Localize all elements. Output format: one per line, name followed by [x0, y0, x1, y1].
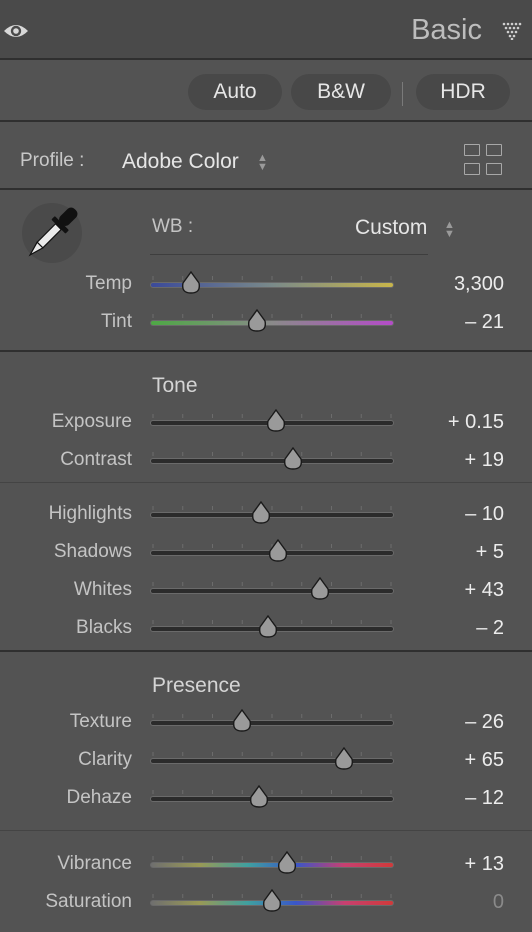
shadows-label: Shadows [53, 541, 132, 562]
contrast-value[interactable]: + 19 [394, 449, 504, 472]
blacks-slider-thumb[interactable] [257, 615, 279, 639]
highlights-slider-thumb[interactable] [250, 501, 272, 525]
eye-icon[interactable] [3, 20, 29, 42]
shadows-slider-thumb[interactable] [267, 539, 289, 563]
clarity-label: Clarity [78, 749, 132, 770]
saturation-label: Saturation [45, 891, 132, 912]
whites-slider-thumb[interactable] [309, 577, 331, 601]
tint-tick-marks [152, 314, 392, 318]
auto-button[interactable]: Auto [188, 74, 282, 110]
panel-title: Basic [411, 14, 482, 46]
eyedropper-icon[interactable] [20, 200, 84, 266]
wb-select[interactable]: Custom [355, 216, 427, 240]
highlights-value[interactable]: – 10 [394, 503, 504, 526]
dehaze-value[interactable]: – 12 [394, 787, 504, 810]
contrast-slider-thumb[interactable] [282, 447, 304, 471]
temp-label: Temp [85, 273, 132, 294]
exposure-value[interactable]: + 0.15 [394, 411, 504, 434]
dehaze-label: Dehaze [66, 787, 133, 808]
collapse-triangle-icon[interactable] [502, 22, 522, 40]
vibrance-slider-thumb[interactable] [276, 851, 298, 875]
tone-heading: Tone [152, 374, 198, 397]
vibrance-tick-marks [152, 856, 392, 860]
divider [0, 350, 532, 352]
auto-bar: Auto B&W HDR [0, 60, 532, 122]
wb-underline [150, 254, 428, 255]
vibrance-value[interactable]: + 13 [394, 853, 504, 876]
panel-header[interactable]: Basic [0, 0, 532, 60]
whites-tick-marks [152, 582, 392, 586]
wb-label: WB : [152, 216, 194, 237]
tint-slider-thumb[interactable] [246, 309, 268, 333]
profile-label: Profile : [20, 150, 85, 171]
dehaze-tick-marks [152, 790, 392, 794]
profile-updown-icon[interactable]: ▲ ▼ [257, 153, 268, 173]
clarity-slider-thumb[interactable] [333, 747, 355, 771]
divider [402, 82, 403, 106]
tint-value[interactable]: – 21 [394, 311, 504, 334]
clarity-value[interactable]: + 65 [394, 749, 504, 772]
highlights-label: Highlights [48, 503, 132, 524]
blacks-value[interactable]: – 2 [394, 617, 504, 640]
contrast-label: Contrast [60, 449, 132, 470]
clarity-tick-marks [152, 752, 392, 756]
texture-slider-thumb[interactable] [231, 709, 253, 733]
divider [0, 650, 532, 652]
whites-value[interactable]: + 43 [394, 579, 504, 602]
contrast-tick-marks [152, 452, 392, 456]
profile-row: Profile : Adobe Color ▲ ▼ [0, 122, 532, 190]
hdr-button[interactable]: HDR [416, 74, 510, 110]
texture-label: Texture [69, 711, 132, 732]
divider [0, 482, 532, 483]
saturation-slider-thumb[interactable] [261, 889, 283, 913]
presence-heading: Presence [152, 674, 241, 697]
temp-value[interactable]: 3,300 [394, 273, 504, 296]
shadows-value[interactable]: + 5 [394, 541, 504, 564]
saturation-value[interactable]: 0 [394, 891, 504, 914]
divider [0, 830, 532, 831]
profile-browser-grid-icon[interactable] [464, 144, 504, 178]
basic-panel: Basic Auto B&W HDR Profile : Adobe Color… [0, 0, 532, 932]
texture-value[interactable]: – 26 [394, 711, 504, 734]
vibrance-label: Vibrance [57, 853, 132, 874]
blacks-label: Blacks [76, 617, 132, 638]
texture-tick-marks [152, 714, 392, 718]
temp-slider-thumb[interactable] [180, 271, 202, 295]
exposure-slider-thumb[interactable] [265, 409, 287, 433]
exposure-label: Exposure [51, 411, 132, 432]
profile-select[interactable]: Adobe Color [122, 150, 239, 174]
wb-updown-icon[interactable]: ▲ ▼ [444, 220, 455, 240]
whites-label: Whites [73, 579, 132, 600]
bw-button[interactable]: B&W [291, 74, 391, 110]
tint-label: Tint [101, 311, 132, 332]
dehaze-slider-thumb[interactable] [248, 785, 270, 809]
